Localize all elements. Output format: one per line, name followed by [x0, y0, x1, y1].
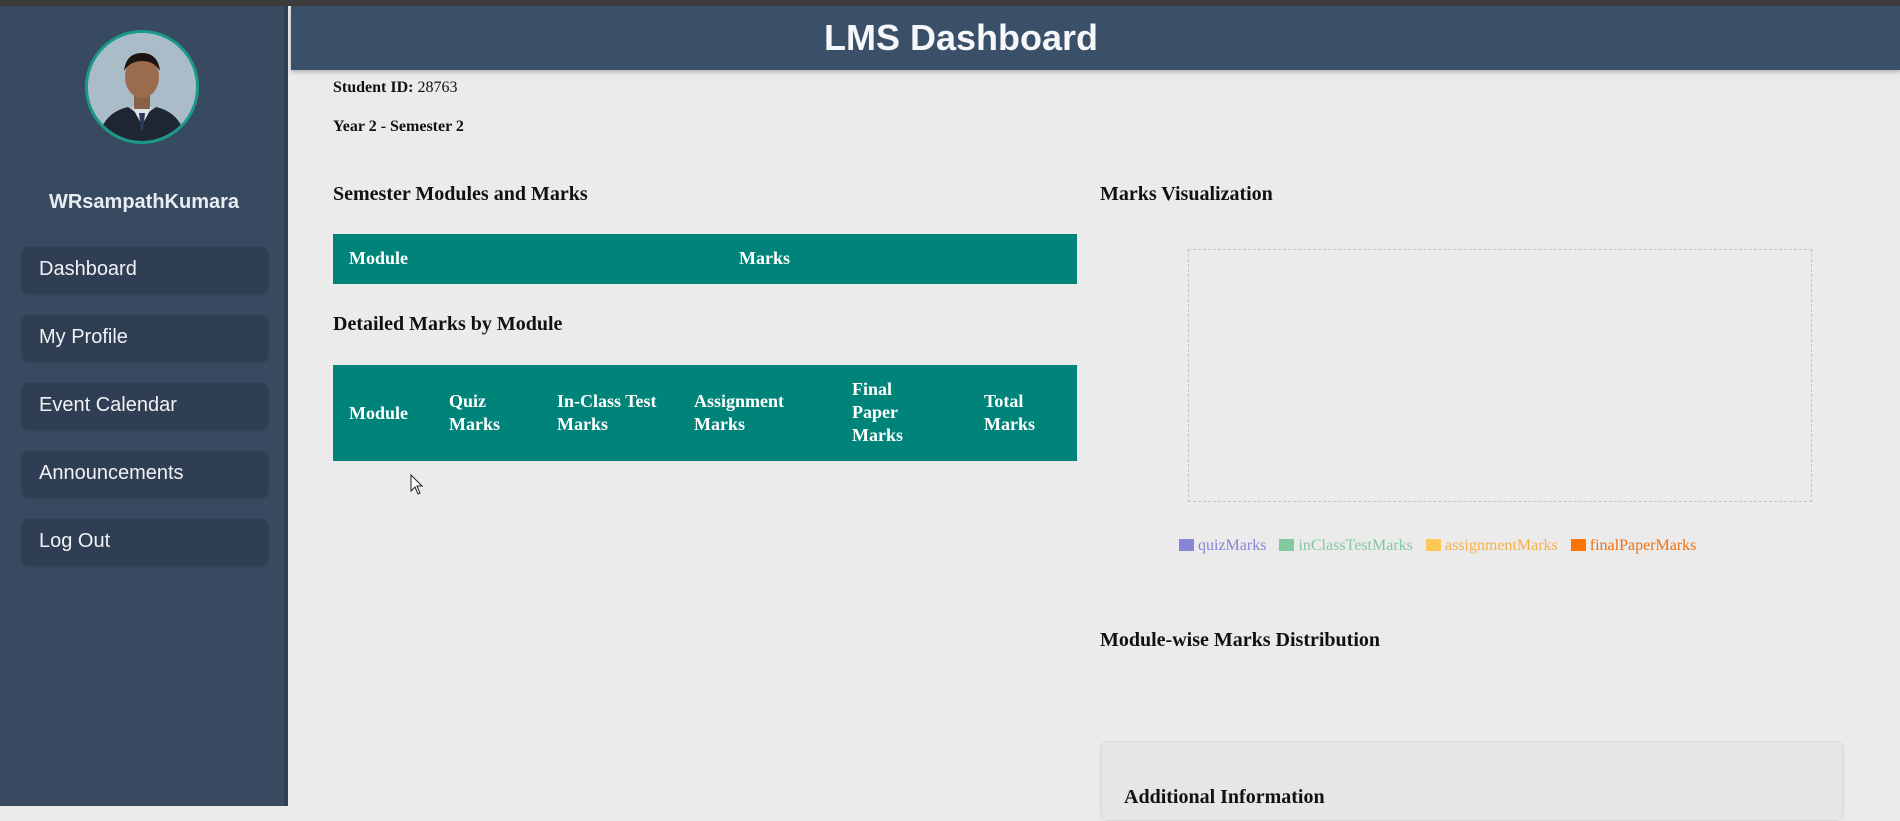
legend-swatch: [1179, 539, 1194, 552]
column-header-module: Module: [349, 248, 409, 268]
year-semester: Year 2 - Semester 2: [333, 118, 464, 135]
legend-label: finalPaperMarks: [1589, 537, 1697, 554]
semester-modules-heading: Semester Modules and Marks: [333, 183, 588, 205]
header-bar: LMS Dashboard: [291, 6, 1900, 70]
column-header-in-class-test-marks: In-Class Test Marks: [557, 391, 657, 434]
legend-label: inClassTestMarks: [1298, 537, 1413, 554]
legend-item-quiz-marks[interactable]: quizMarks: [1179, 537, 1266, 555]
legend-item-assignment-marks[interactable]: assignmentMarks: [1425, 537, 1558, 555]
semester-modules-table-header: Module Marks: [333, 234, 1077, 284]
column-header-total-marks: Total Marks: [984, 391, 1035, 434]
column-header-final-paper-marks: Final Paper Marks: [852, 379, 903, 445]
legend-item-final-paper-marks[interactable]: finalPaperMarks: [1570, 537, 1697, 555]
chart-legend: quizMarks inClassTestMarks assignmentMar…: [1179, 537, 1705, 555]
detailed-marks-table-header: Module Quiz Marks In-Class Test Marks As…: [333, 365, 1077, 461]
column-header-marks: Marks: [739, 248, 790, 268]
username: WRsampathKumara: [48, 191, 240, 213]
detailed-marks-heading: Detailed Marks by Module: [333, 313, 563, 335]
person-avatar-icon: [88, 33, 196, 141]
sidebar-nav: Dashboard My Profile Event Calendar Anno…: [22, 247, 268, 587]
marks-chart-area: [1188, 249, 1812, 502]
sidebar: WRsampathKumara Dashboard My Profile Eve…: [0, 6, 288, 806]
avatar: [85, 30, 199, 144]
legend-label: quizMarks: [1198, 537, 1267, 554]
student-id-value: 28763: [417, 79, 458, 96]
column-header-assignment-marks: Assignment Marks: [694, 391, 785, 434]
student-id-label: Student ID:: [333, 79, 414, 96]
sidebar-item-log-out[interactable]: Log Out: [22, 519, 268, 564]
sidebar-item-my-profile[interactable]: My Profile: [22, 315, 268, 360]
column-header-module: Module: [349, 403, 409, 423]
sidebar-item-announcements[interactable]: Announcements: [22, 451, 268, 496]
additional-info-card: Additional Information: [1100, 741, 1844, 821]
mouse-cursor-icon: [410, 474, 424, 495]
sidebar-item-event-calendar[interactable]: Event Calendar: [22, 383, 268, 428]
marks-visualization-heading: Marks Visualization: [1100, 183, 1273, 205]
legend-swatch: [1570, 539, 1586, 552]
legend-label: assignmentMarks: [1444, 537, 1558, 554]
marks-distribution-heading: Module-wise Marks Distribution: [1100, 629, 1380, 651]
sidebar-item-dashboard[interactable]: Dashboard: [22, 247, 268, 292]
legend-swatch: [1279, 539, 1295, 552]
legend-item-in-class-test-marks[interactable]: inClassTestMarks: [1279, 537, 1413, 555]
page-title: LMS Dashboard: [823, 17, 1099, 58]
column-header-quiz-marks: Quiz Marks: [449, 391, 500, 434]
legend-swatch: [1425, 539, 1441, 552]
student-id: Student ID: 28763: [333, 79, 457, 97]
